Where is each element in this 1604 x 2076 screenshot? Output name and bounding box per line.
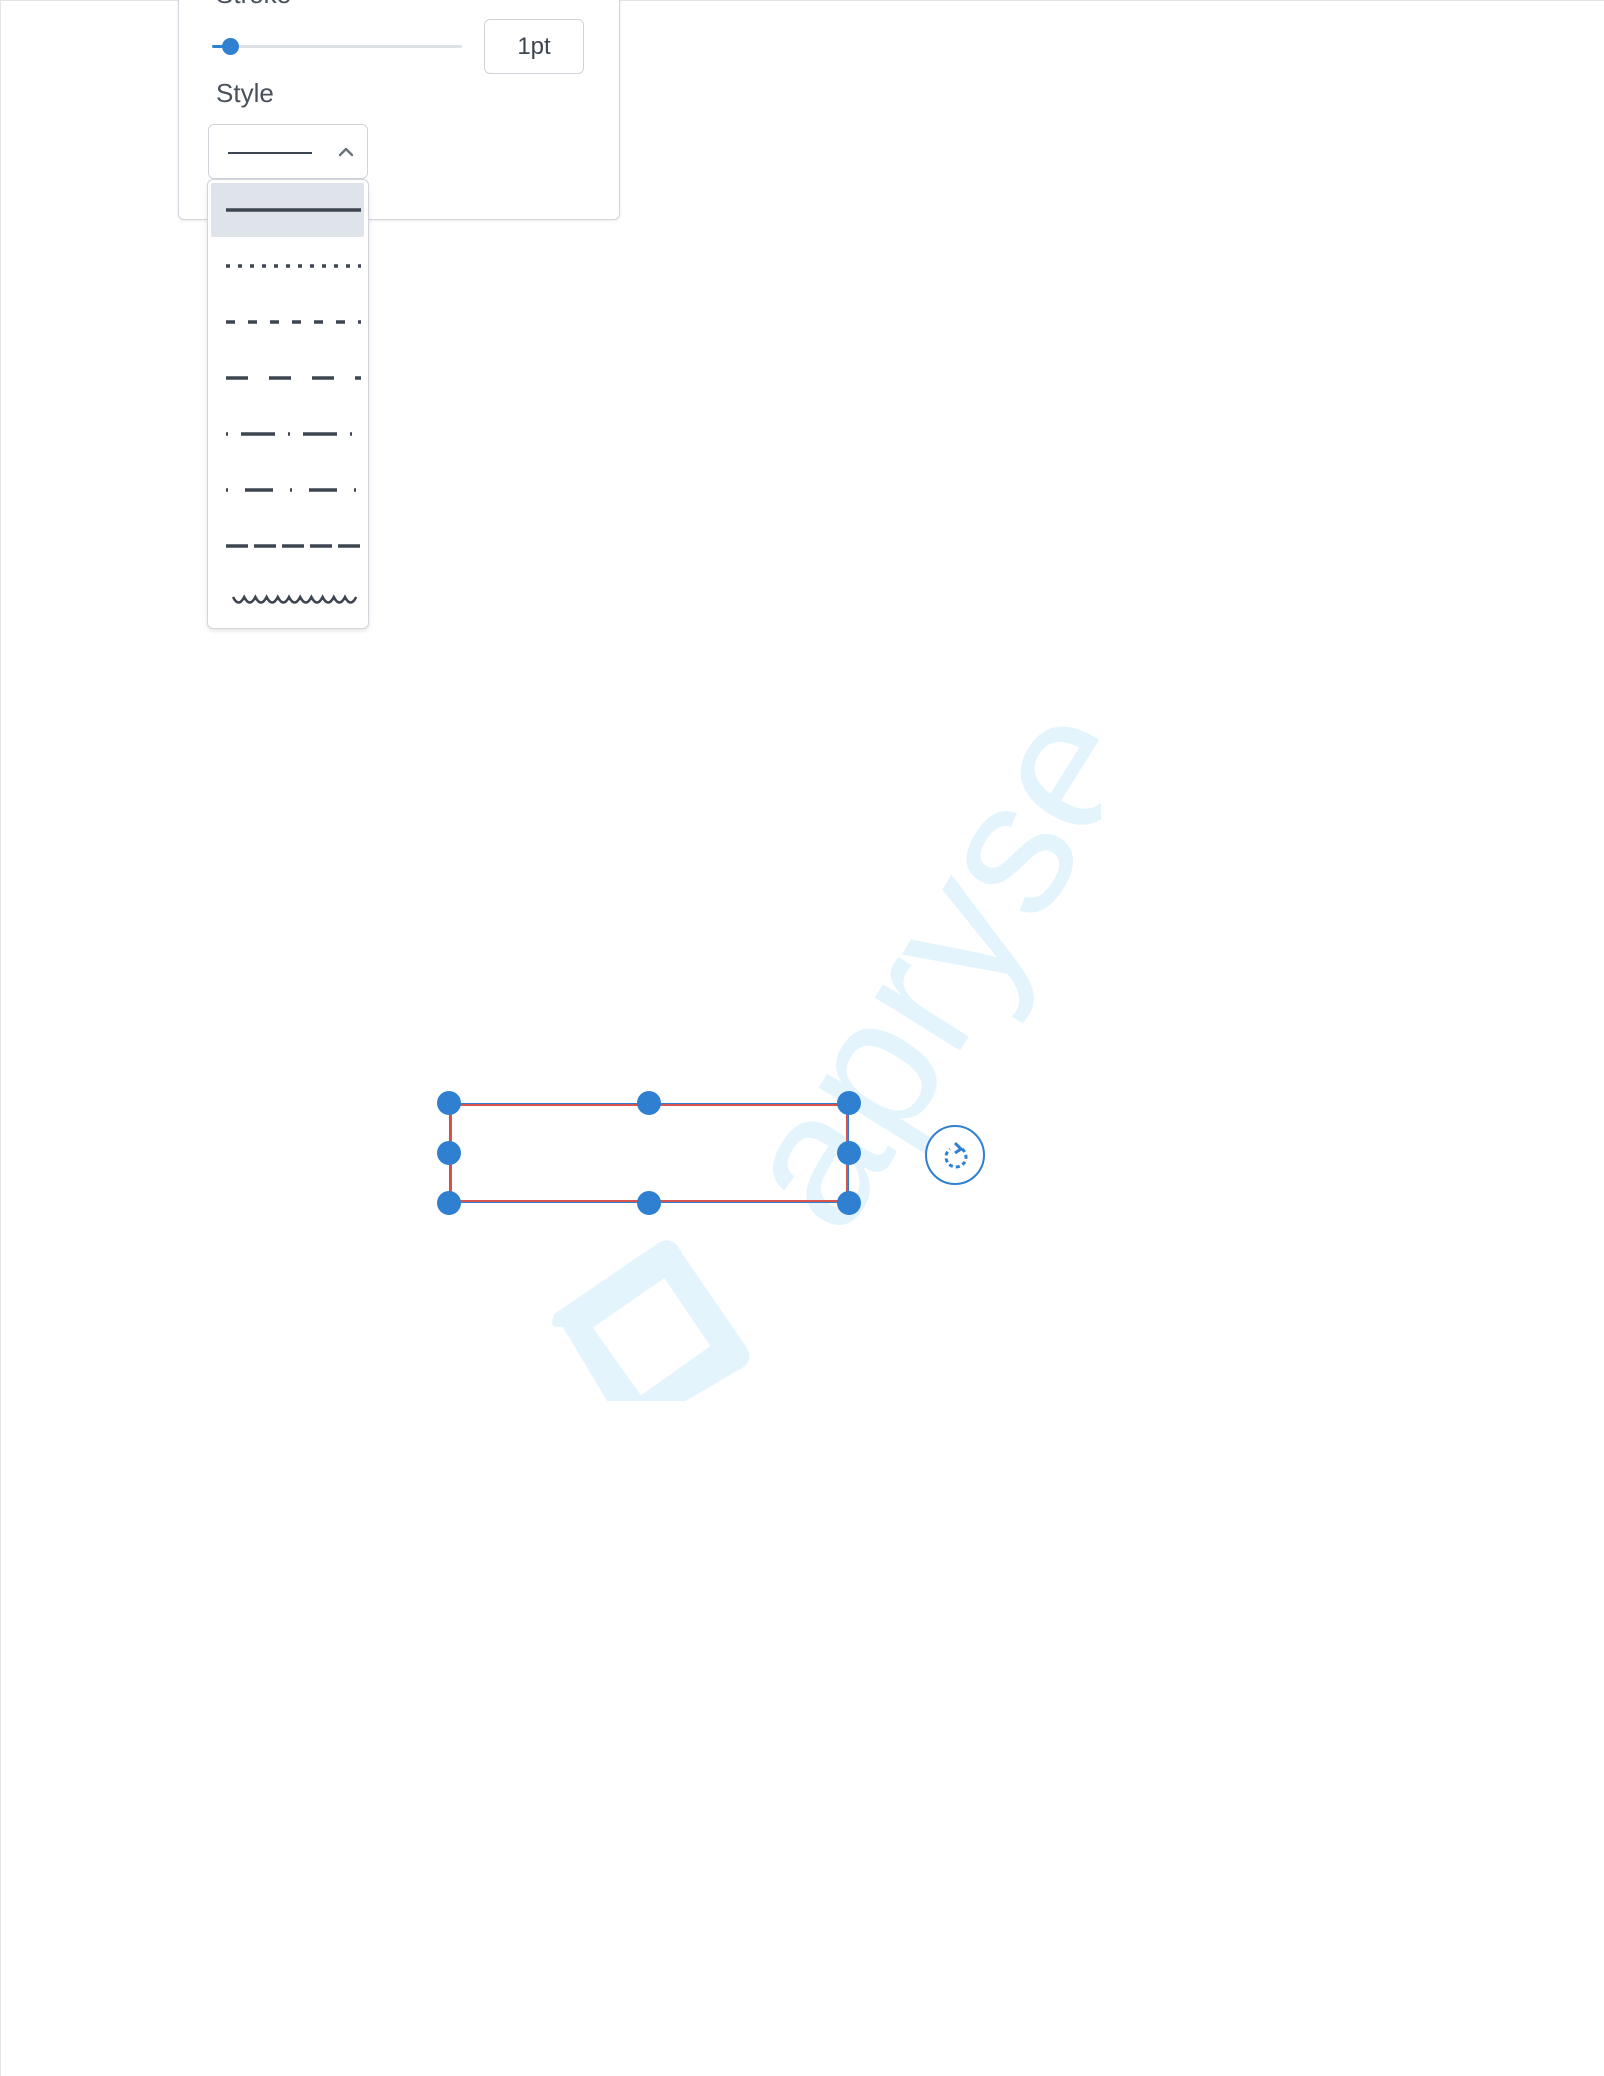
resize-handle-right	[837, 1141, 861, 1165]
resize-handle-top-right	[837, 1091, 861, 1115]
resize-handle-top	[637, 1091, 661, 1115]
resize-handle-left	[437, 1141, 461, 1165]
style-option-dashed-long[interactable]	[211, 351, 364, 405]
slider-thumb[interactable]	[221, 38, 239, 55]
resize-handles[interactable]	[433, 1087, 865, 1219]
style-option-dotted[interactable]	[211, 239, 364, 293]
style-option-dashed-short[interactable]	[211, 295, 364, 349]
stroke-label: Stroke	[216, 0, 291, 10]
resize-handle-bottom	[637, 1191, 661, 1215]
stroke-width-input[interactable]	[484, 19, 584, 74]
style-option-dash-dot[interactable]	[211, 407, 364, 461]
style-option-dash-dot-short[interactable]	[211, 463, 364, 517]
resize-handle-bottom-left	[437, 1191, 461, 1215]
rotate-button[interactable]	[925, 1125, 985, 1185]
stroke-slider[interactable]	[212, 34, 462, 58]
selected-style-preview	[228, 152, 312, 154]
rotate-icon	[944, 1141, 968, 1169]
style-option-dashed-dense[interactable]	[211, 519, 364, 573]
style-option-solid[interactable]	[211, 183, 364, 237]
style-label: Style	[216, 78, 274, 108]
line-style-dropdown	[207, 179, 369, 629]
slider-track	[212, 45, 462, 48]
resize-handle-top-left	[437, 1091, 461, 1115]
style-option-cloudy[interactable]	[211, 575, 364, 629]
chevron-up-icon	[338, 147, 354, 157]
apryse-watermark: apryse	[552, 681, 1101, 1401]
line-style-select[interactable]	[208, 124, 368, 179]
resize-handle-bottom-right	[837, 1191, 861, 1215]
